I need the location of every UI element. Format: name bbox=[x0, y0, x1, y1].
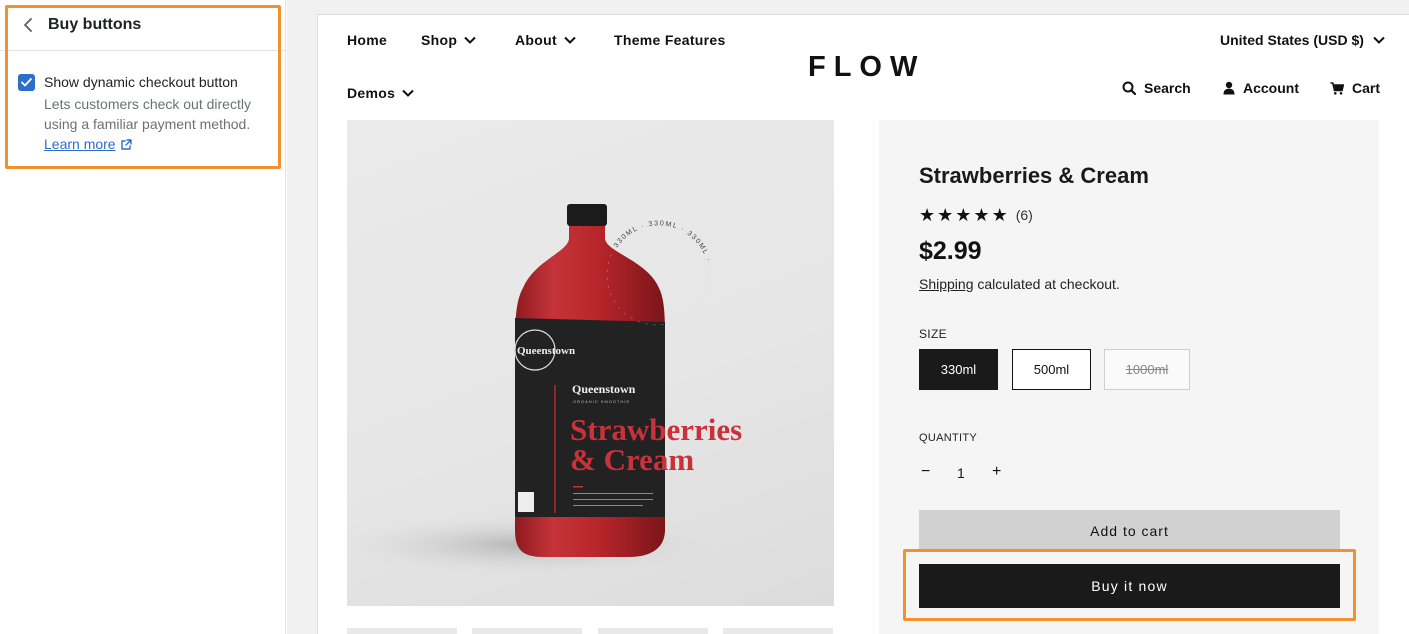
star-icon: ★ bbox=[919, 205, 936, 225]
bottle-illustration: Queenstown Queenstown ORGANIC SMOOTHIE S… bbox=[347, 204, 742, 575]
nav-demos-label: Demos bbox=[347, 85, 396, 101]
size-label: SIZE bbox=[919, 327, 947, 341]
product-thumbnail[interactable] bbox=[723, 628, 833, 634]
bottle-seal-text: Queenstown bbox=[517, 345, 575, 357]
panel-title: Buy buttons bbox=[48, 16, 142, 33]
shipping-link[interactable]: Shipping bbox=[919, 276, 974, 292]
nav-shop-label: Shop bbox=[421, 32, 458, 48]
cart-icon bbox=[1330, 81, 1344, 95]
chevron-down-icon bbox=[402, 89, 414, 97]
currency-label: United States (USD $) bbox=[1220, 32, 1364, 48]
setting-label: Show dynamic checkout button bbox=[44, 74, 238, 90]
external-link-icon bbox=[120, 138, 132, 150]
cart-label: Cart bbox=[1352, 80, 1381, 96]
back-button[interactable] bbox=[18, 15, 38, 35]
product-title: Strawberries & Cream bbox=[919, 163, 1149, 188]
product-rating[interactable]: ★ ★ ★ ★ ★ (6) bbox=[919, 206, 1033, 224]
star-icon: ★ bbox=[973, 205, 990, 225]
chevron-down-icon bbox=[464, 36, 476, 44]
quantity-decrease-button[interactable]: − bbox=[921, 463, 930, 481]
quantity-label: QUANTITY bbox=[919, 432, 978, 444]
size-option-500ml[interactable]: 500ml bbox=[1012, 349, 1091, 390]
nav-home-label: Home bbox=[347, 32, 388, 48]
nav-home[interactable]: Home bbox=[347, 32, 387, 48]
search-icon bbox=[1122, 81, 1136, 95]
nav-theme-features[interactable]: Theme Features bbox=[614, 32, 726, 48]
learn-more-link[interactable]: Learn more bbox=[44, 134, 132, 154]
add-to-cart-button[interactable]: Add to cart bbox=[919, 510, 1340, 552]
product-thumbnail[interactable] bbox=[472, 628, 582, 634]
shipping-note: Shipping calculated at checkout. bbox=[919, 276, 1120, 292]
quantity-increase-button[interactable]: + bbox=[992, 463, 1001, 481]
product-image[interactable]: Queenstown Queenstown ORGANIC SMOOTHIE S… bbox=[347, 120, 834, 606]
nav-theme-features-label: Theme Features bbox=[614, 32, 726, 48]
currency-selector[interactable]: United States (USD $) bbox=[1220, 32, 1386, 48]
bottle-name-line2: & Cream bbox=[570, 442, 694, 477]
nav-about[interactable]: About bbox=[515, 32, 577, 48]
product-thumbnail[interactable] bbox=[598, 628, 708, 634]
nav-about-label: About bbox=[515, 32, 557, 48]
star-icon: ★ bbox=[991, 205, 1008, 225]
shipping-text: calculated at checkout. bbox=[973, 276, 1120, 292]
dynamic-checkout-setting: Show dynamic checkout button Lets custom… bbox=[0, 51, 285, 154]
nav-shop[interactable]: Shop bbox=[421, 32, 477, 48]
star-icon: ★ bbox=[937, 205, 954, 225]
quantity-value[interactable]: 1 bbox=[957, 465, 965, 481]
chevron-left-icon bbox=[24, 18, 32, 32]
user-icon bbox=[1223, 81, 1235, 95]
storefront-preview: Home Shop About Theme Features Demos FLO… bbox=[317, 14, 1409, 634]
editor-panel: Buy buttons Show dynamic checkout button… bbox=[0, 0, 286, 634]
account-link[interactable]: Account bbox=[1223, 80, 1299, 96]
bottle-brand: Queenstown bbox=[572, 382, 636, 396]
store-logo[interactable]: FLOW bbox=[808, 51, 925, 84]
chevron-down-icon bbox=[1373, 36, 1385, 44]
setting-text: Show dynamic checkout button Lets custom… bbox=[44, 73, 270, 154]
product-thumbnail[interactable] bbox=[347, 628, 457, 634]
bottle-subtitle: ORGANIC SMOOTHIE bbox=[573, 399, 630, 404]
product-price: $2.99 bbox=[919, 237, 982, 265]
rating-count: (6) bbox=[1015, 207, 1033, 223]
star-icon: ★ bbox=[955, 205, 972, 225]
account-label: Account bbox=[1243, 80, 1299, 96]
product-info-card: Strawberries & Cream ★ ★ ★ ★ ★ (6) $2.99… bbox=[879, 120, 1379, 634]
svg-text:330ML · 330ML · 330ML ·: 330ML · 330ML · 330ML · bbox=[613, 220, 712, 263]
setting-help-text: Lets customers check out directly using … bbox=[44, 96, 251, 132]
cart-link[interactable]: Cart bbox=[1330, 80, 1380, 96]
size-option-1000ml[interactable]: 1000ml bbox=[1104, 349, 1190, 390]
search-label: Search bbox=[1144, 80, 1191, 96]
chevron-down-icon bbox=[564, 36, 576, 44]
buy-it-now-button[interactable]: Buy it now bbox=[919, 564, 1340, 608]
bottle-ring-text: 330ML · 330ML · 330ML · bbox=[613, 220, 711, 263]
checkmark-icon bbox=[21, 78, 32, 87]
search-link[interactable]: Search bbox=[1122, 80, 1191, 96]
dynamic-checkout-checkbox[interactable] bbox=[18, 74, 35, 91]
learn-more-label: Learn more bbox=[44, 136, 116, 152]
panel-header: Buy buttons bbox=[0, 0, 285, 51]
size-option-330ml[interactable]: 330ml bbox=[919, 349, 998, 390]
nav-demos[interactable]: Demos bbox=[347, 85, 415, 101]
